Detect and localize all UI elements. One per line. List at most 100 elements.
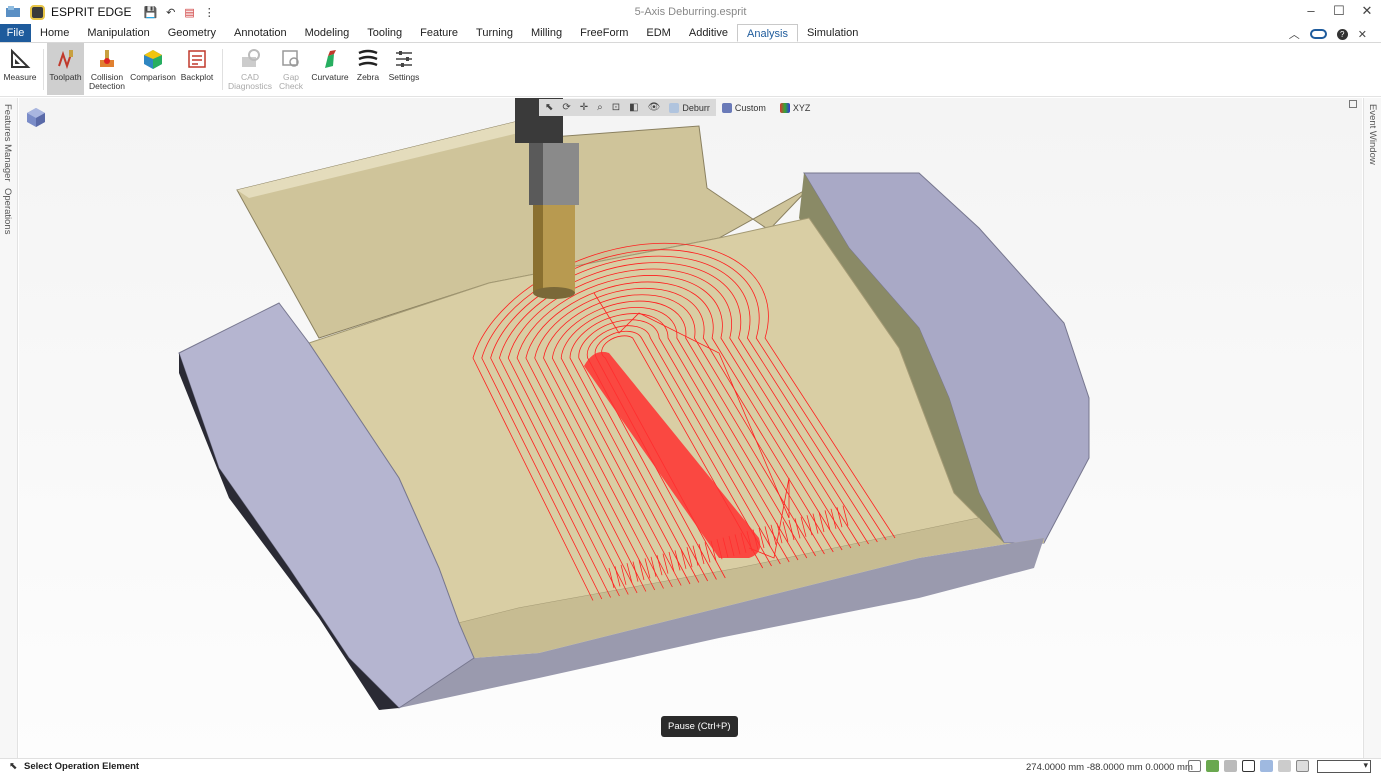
print-icon[interactable]: ▤: [184, 6, 194, 19]
select-icon[interactable]: ⬉: [545, 102, 553, 113]
ribbon: Measure Toolpath Collision Detection Com…: [0, 43, 1381, 97]
menu-file[interactable]: File: [0, 24, 31, 42]
menu-milling[interactable]: Milling: [522, 24, 571, 42]
zebra-button[interactable]: Zebra: [351, 43, 385, 95]
esprit-logo: [30, 4, 45, 20]
window-controls: – ☐ ✕: [1297, 0, 1381, 24]
status-text: Select Operation Element: [24, 761, 140, 772]
ribbon-separator: [222, 49, 223, 90]
gap-check-button[interactable]: Gap Check: [273, 43, 309, 95]
layer-label: Deburr: [682, 102, 710, 113]
menu-additive[interactable]: Additive: [680, 24, 737, 42]
tab-operations[interactable]: Operations: [2, 188, 13, 234]
maximize-button[interactable]: ☐: [1325, 0, 1353, 24]
settings-icon: [396, 51, 412, 67]
menu-turning[interactable]: Turning: [467, 24, 522, 42]
axis-selector[interactable]: XYZ: [779, 102, 811, 113]
cad-diagnostics-label: CAD Diagnostics: [228, 72, 272, 91]
toolpath-label: Toolpath: [49, 72, 82, 82]
grid-icon[interactable]: [1260, 760, 1273, 772]
navigation-cube-icon[interactable]: [23, 104, 49, 130]
workplane-icon[interactable]: [1224, 760, 1237, 772]
view-selector[interactable]: Custom: [721, 102, 766, 113]
pan-icon[interactable]: ✛: [580, 102, 588, 113]
curvature-label: Curvature: [311, 72, 349, 82]
menu-manipulation[interactable]: Manipulation: [78, 24, 158, 42]
cloud-icon[interactable]: [1309, 29, 1327, 39]
snap-icon[interactable]: [1188, 760, 1201, 772]
settings-label: Settings: [388, 72, 420, 82]
tool-tip: [533, 287, 575, 299]
view-tools-group: ⬉ ⟳ ✛ ⌕ ⊡ ◧ 👁 Deburr: [539, 99, 716, 116]
toolpath-button[interactable]: Toolpath: [47, 43, 84, 95]
menu-tooling[interactable]: Tooling: [358, 24, 411, 42]
comparison-label: Comparison: [130, 72, 176, 82]
visibility-icon[interactable]: 👁: [648, 102, 661, 113]
properties-icon[interactable]: [1296, 760, 1309, 772]
gap-check-label: Gap Check: [278, 72, 304, 91]
menu-edm[interactable]: EDM: [637, 24, 679, 42]
right-side-panel: Event Window: [1363, 98, 1381, 758]
menu-freeform[interactable]: FreeForm: [571, 24, 637, 42]
viewport-maximize-icon[interactable]: [1349, 100, 1357, 108]
backplot-button[interactable]: Backplot: [176, 43, 218, 95]
status-tools: [1188, 760, 1309, 772]
layer-icon: [669, 102, 680, 113]
menu-modeling[interactable]: Modeling: [296, 24, 359, 42]
title-bar: ESPRIT EDGE 💾 ↶ ▤ ⋮ 5-Axis Deburring.esp…: [0, 0, 1381, 24]
cad-diagnostics-button[interactable]: CAD Diagnostics: [227, 43, 273, 95]
ribbon-separator: [43, 49, 44, 90]
app-icon[interactable]: [5, 4, 21, 20]
menu-feature[interactable]: Feature: [411, 24, 467, 42]
axis-label: XYZ: [792, 102, 811, 113]
curvature-icon: [325, 50, 336, 68]
zoom-icon[interactable]: ⌕: [597, 102, 603, 113]
view-cube-small-icon[interactable]: ◧: [629, 102, 638, 113]
settings-button[interactable]: Settings: [385, 43, 423, 95]
axes-icon[interactable]: [1242, 760, 1255, 772]
axis-icon: [779, 102, 790, 113]
menu-annotation[interactable]: Annotation: [225, 24, 296, 42]
layers-icon[interactable]: [1278, 760, 1291, 772]
measure-button[interactable]: Measure: [0, 43, 40, 95]
zoom-window-icon[interactable]: ⊡: [612, 102, 620, 113]
collapse-ribbon-icon[interactable]: ︿: [1289, 26, 1300, 42]
filter-icon[interactable]: [1206, 760, 1219, 772]
comparison-button[interactable]: Comparison: [130, 43, 176, 95]
quick-access-toolbar: 💾 ↶ ▤ ⋮: [143, 6, 214, 19]
view-cube-icon: [721, 102, 732, 113]
toolpath-icon: [57, 50, 73, 70]
backplot-label: Backplot: [180, 72, 214, 82]
save-icon[interactable]: 💾: [143, 6, 157, 19]
tab-features-manager[interactable]: Features Manager: [2, 104, 13, 182]
menu-simulation[interactable]: Simulation: [798, 24, 867, 42]
more-options-icon[interactable]: ⋮: [204, 6, 215, 19]
gap-check-icon: [282, 50, 299, 67]
tooltip: Pause (Ctrl+P): [661, 716, 738, 737]
close-button[interactable]: ✕: [1353, 0, 1381, 24]
minimize-button[interactable]: –: [1297, 0, 1325, 24]
left-side-panel: Features Manager Operations: [0, 98, 18, 758]
status-bar: ⬉ Select Operation Element 274.0000 mm -…: [0, 758, 1381, 774]
collision-detection-button[interactable]: Collision Detection: [84, 43, 130, 95]
app-name: ESPRIT EDGE: [51, 5, 132, 19]
menu-bar: File Home Manipulation Geometry Annotati…: [0, 24, 1381, 43]
coordinates-readout: 274.0000 mm -88.0000 mm 0.0000 mm: [1026, 762, 1193, 773]
curvature-button[interactable]: Curvature: [309, 43, 351, 95]
measure-label: Measure: [3, 72, 37, 82]
layer-selector[interactable]: Deburr: [669, 102, 710, 113]
menu-analysis[interactable]: Analysis: [737, 24, 798, 42]
part-3d-view[interactable]: [19, 98, 1362, 758]
menu-home[interactable]: Home: [31, 24, 78, 42]
tab-event-window[interactable]: Event Window: [1367, 104, 1378, 165]
help-icon[interactable]: ?: [1336, 28, 1348, 40]
undo-icon[interactable]: ↶: [166, 6, 175, 19]
close-doc-icon[interactable]: ✕: [1358, 28, 1367, 41]
units-dropdown[interactable]: [1317, 760, 1371, 773]
collision-detection-label: Collision Detection: [89, 72, 125, 91]
menu-geometry[interactable]: Geometry: [159, 24, 225, 42]
graphics-viewport[interactable]: ⬉ ⟳ ✛ ⌕ ⊡ ◧ 👁 Deburr Custom XYZ: [19, 98, 1362, 758]
view-label: Custom: [734, 102, 766, 113]
tool-shank-dark: [529, 143, 543, 205]
rotate-icon[interactable]: ⟳: [562, 102, 570, 113]
